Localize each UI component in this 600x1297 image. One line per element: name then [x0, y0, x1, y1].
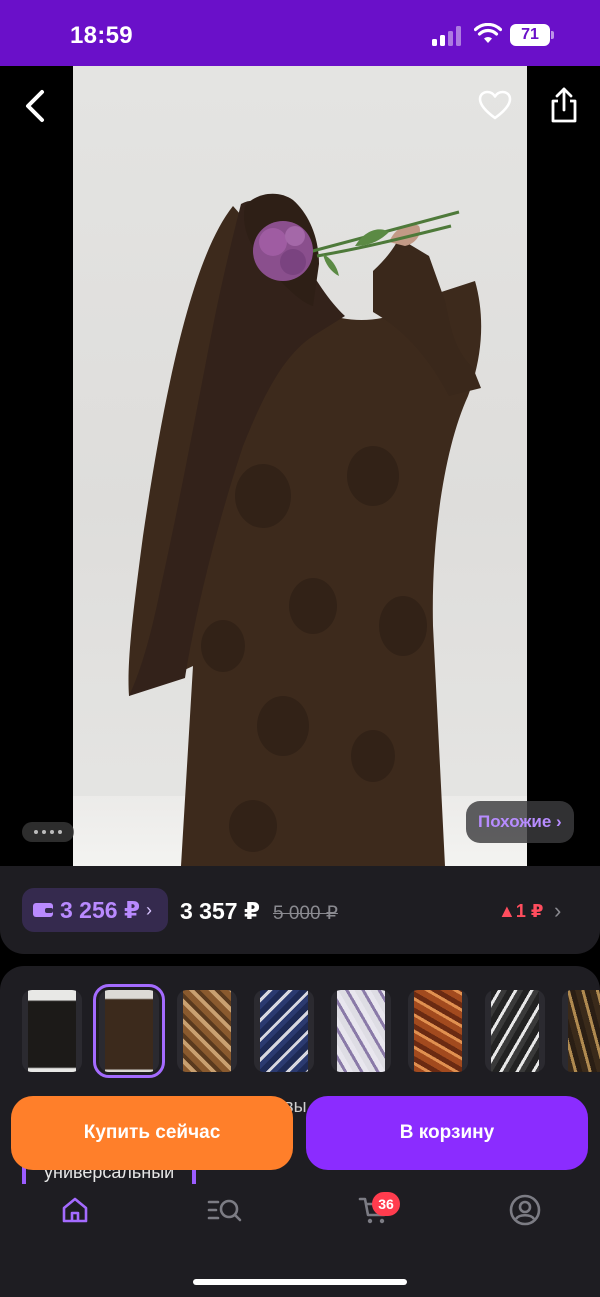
buy-now-button[interactable]: Купить сейчас — [11, 1096, 293, 1170]
old-price: 5 000 ₽ — [273, 903, 338, 924]
variant-thumb-6[interactable] — [408, 990, 468, 1072]
back-arrow-icon[interactable] — [22, 88, 50, 124]
wifi-icon — [474, 23, 502, 43]
current-price: 3 357 ₽ — [180, 898, 260, 924]
variant-thumb-3[interactable] — [177, 990, 237, 1072]
product-gallery[interactable] — [0, 66, 600, 866]
wallet-price: 3 256 ₽ — [60, 896, 140, 923]
home-indicator — [193, 1279, 407, 1285]
battery-level: 71 — [521, 26, 539, 43]
similar-products-button[interactable]: Похожие › — [466, 801, 574, 843]
signal-icon — [432, 26, 464, 46]
product-photo[interactable] — [73, 66, 527, 866]
product-screen: 18:59 71 Похожие › 3 256 ₽ › 3 357 ₽ 5 0… — [0, 0, 600, 1297]
price-difference[interactable]: ▲1 ₽ — [498, 901, 543, 922]
nav-home[interactable] — [55, 1190, 95, 1230]
variant-thumbnails — [22, 984, 600, 1078]
profile-icon — [509, 1194, 541, 1226]
wallet-icon — [33, 903, 53, 917]
abaya-illustration — [128, 193, 482, 866]
home-icon — [62, 1197, 88, 1223]
photo-pager-dots — [22, 822, 74, 842]
nav-catalog[interactable] — [204, 1190, 244, 1230]
heart-icon[interactable] — [478, 90, 512, 120]
wallet-chevron: › — [145, 899, 152, 920]
variant-thumb-4[interactable] — [254, 990, 314, 1072]
cart-badge: 36 — [372, 1192, 400, 1216]
add-to-cart-button[interactable]: В корзину — [306, 1096, 588, 1170]
price-details-chevron[interactable]: › — [554, 898, 561, 924]
variant-thumb-1[interactable] — [22, 990, 82, 1072]
battery-icon: 71 — [510, 24, 554, 46]
price-card: 3 256 ₽ › 3 357 ₽ 5 000 ₽ ▲1 ₽ › — [0, 866, 600, 954]
catalog-search-icon — [207, 1199, 242, 1222]
share-icon[interactable] — [548, 86, 580, 124]
variant-thumb-7[interactable] — [485, 990, 545, 1072]
variant-thumb-5[interactable] — [331, 990, 391, 1072]
wallet-price-button[interactable]: 3 256 ₽ › — [22, 888, 168, 932]
bottom-navigation — [0, 1190, 600, 1240]
nav-profile[interactable] — [505, 1190, 545, 1230]
variant-thumb-8[interactable] — [562, 990, 600, 1072]
variant-thumb-2[interactable] — [93, 984, 165, 1078]
status-bar: 18:59 71 — [0, 0, 600, 66]
status-time: 18:59 — [70, 22, 133, 49]
